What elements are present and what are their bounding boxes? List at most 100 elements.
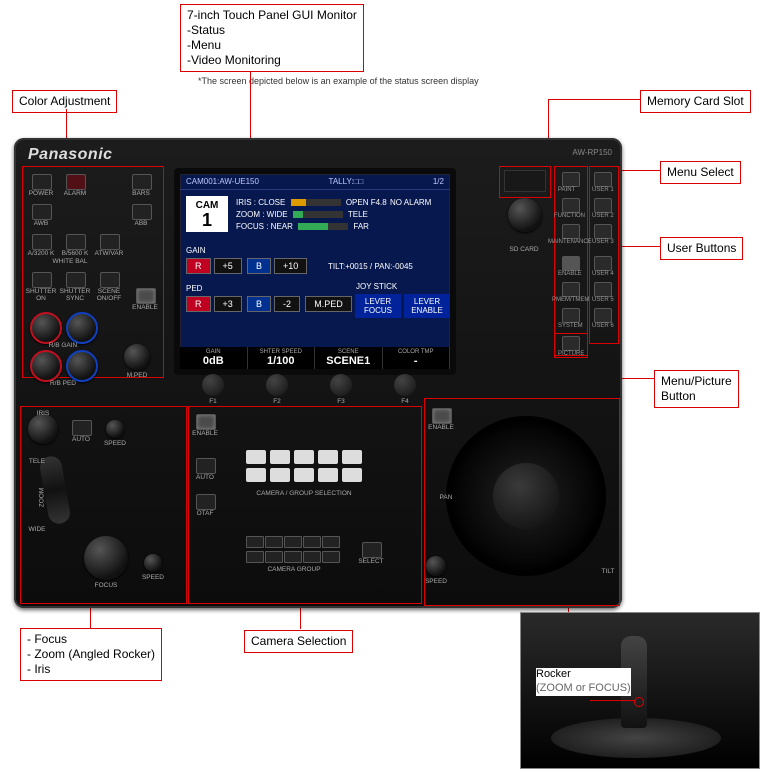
user4-button[interactable]	[594, 256, 612, 271]
b-gain-knob[interactable]	[66, 312, 98, 344]
grp-btn-5[interactable]	[322, 536, 340, 548]
user6-button[interactable]	[594, 308, 612, 323]
r-ped-knob[interactable]	[30, 350, 62, 382]
bars-label: BARS	[121, 190, 161, 197]
rb-gain-label: R/B GAIN	[43, 342, 83, 349]
group-select-label: SELECT	[351, 558, 391, 565]
wide-label: WIDE	[17, 526, 57, 533]
cam-label: CAM	[196, 200, 219, 211]
user3-button[interactable]	[594, 224, 612, 239]
f2-encoder[interactable]	[266, 374, 288, 396]
sd-card-label: SD CARD	[504, 246, 544, 253]
wb-b-button[interactable]	[66, 234, 86, 250]
callout-memory-card: Memory Card Slot	[640, 90, 751, 113]
user5-button[interactable]	[594, 282, 612, 297]
pmem-tmem-button[interactable]	[562, 282, 580, 297]
b-ped-knob[interactable]	[66, 350, 98, 382]
awb-label: AWB	[21, 220, 61, 227]
footer-colortmp-v: -	[383, 355, 450, 367]
joy-speed-label: SPEED	[416, 578, 456, 585]
screen-page: 1/2	[433, 177, 444, 186]
cam-number: 1	[202, 211, 212, 229]
footer-scene-v: SCENE1	[315, 355, 382, 367]
user2-button[interactable]	[594, 198, 612, 213]
cam-btn-9[interactable]	[318, 468, 338, 482]
camsel-auto-button[interactable]	[196, 458, 216, 474]
iris-auto-button[interactable]	[72, 420, 92, 436]
abb-button[interactable]	[132, 204, 152, 220]
focus-speed-knob[interactable]	[144, 554, 162, 572]
scene-onoff-button[interactable]	[100, 272, 120, 288]
grp-btn-10[interactable]	[322, 551, 340, 563]
user2-label: USER 2	[592, 213, 642, 219]
maintenance-button[interactable]	[562, 224, 580, 239]
camsel-enable-button[interactable]	[196, 414, 216, 430]
joystick-well	[446, 416, 606, 576]
f1-encoder[interactable]	[202, 374, 224, 396]
f3-encoder[interactable]	[330, 374, 352, 396]
alarm-button[interactable]	[66, 174, 86, 190]
r-gain-knob[interactable]	[30, 312, 62, 344]
focus-name: FOCUS	[236, 222, 264, 231]
focus-row: FOCUS : NEAR FAR	[236, 222, 369, 231]
grp-btn-3[interactable]	[284, 536, 302, 548]
mped-knob[interactable]	[124, 344, 150, 370]
cam-btn-8[interactable]	[294, 468, 314, 482]
cam-btn-6[interactable]	[246, 468, 266, 482]
ped-m-chip: M.PED	[305, 296, 352, 312]
touch-panel-screen[interactable]: CAM001:AW-UE150 TALLY:□□ 1/2 CAM 1 IRIS …	[174, 168, 456, 375]
enable-left-button[interactable]	[136, 288, 156, 304]
grp-btn-6[interactable]	[246, 551, 264, 563]
ped-section-label: PED	[186, 284, 202, 293]
awb-button[interactable]	[32, 204, 52, 220]
grp-btn-9[interactable]	[303, 551, 321, 563]
wb-a-button[interactable]	[32, 234, 52, 250]
grp-btn-1[interactable]	[246, 536, 264, 548]
cam-btn-7[interactable]	[270, 468, 290, 482]
brand-logo: Panasonic	[28, 146, 113, 164]
user4-label: USER 4	[592, 271, 642, 277]
grp-btn-2[interactable]	[265, 536, 283, 548]
bars-button[interactable]	[132, 174, 152, 190]
iris-knob[interactable]	[28, 414, 58, 444]
speed-label-2: SPEED	[133, 574, 173, 581]
joystick[interactable]	[493, 463, 559, 529]
cam-btn-3[interactable]	[294, 450, 314, 464]
cam-btn-10[interactable]	[342, 468, 362, 482]
cam-btn-5[interactable]	[342, 450, 362, 464]
rocker-subtitle: (ZOOM or FOCUS)	[536, 682, 631, 694]
picture-button[interactable]	[562, 336, 580, 351]
atw-var-button[interactable]	[100, 234, 120, 250]
camsel-otaf-button[interactable]	[196, 494, 216, 510]
joy-speed-knob[interactable]	[426, 556, 446, 576]
f4-encoder[interactable]	[394, 374, 416, 396]
user1-button[interactable]	[594, 172, 612, 187]
power-button[interactable]	[32, 174, 52, 190]
picture-label: PICTURE	[558, 351, 608, 357]
iris-speed-knob[interactable]	[106, 420, 124, 438]
shutter-on-button[interactable]	[32, 272, 52, 288]
cam-btn-2[interactable]	[270, 450, 290, 464]
system-button[interactable]	[562, 308, 580, 323]
enable-left-label: ENABLE	[125, 304, 165, 311]
grp-btn-4[interactable]	[303, 536, 321, 548]
group-select-button[interactable]	[362, 542, 382, 558]
grp-btn-7[interactable]	[265, 551, 283, 563]
cam-btn-1[interactable]	[246, 450, 266, 464]
gain-r-val: +5	[214, 258, 242, 274]
sd-card-dial[interactable]	[508, 198, 542, 232]
cam-number-box: CAM 1	[186, 196, 228, 232]
shutter-sync-button[interactable]	[66, 272, 86, 288]
sd-card-slot[interactable]	[504, 170, 546, 192]
cam-btn-4[interactable]	[318, 450, 338, 464]
joy-enable-button[interactable]	[432, 408, 452, 424]
grp-btn-8[interactable]	[284, 551, 302, 563]
camsel-auto-label: AUTO	[185, 474, 225, 481]
focus-knob[interactable]	[84, 536, 128, 580]
joystick-section-label: JOY STICK	[356, 282, 397, 291]
zoom-name: ZOOM	[236, 210, 260, 219]
function-button[interactable]	[562, 198, 580, 213]
paint-button[interactable]	[562, 172, 580, 187]
speed-label-1: SPEED	[95, 440, 135, 447]
menu-enable-button[interactable]	[562, 256, 580, 271]
